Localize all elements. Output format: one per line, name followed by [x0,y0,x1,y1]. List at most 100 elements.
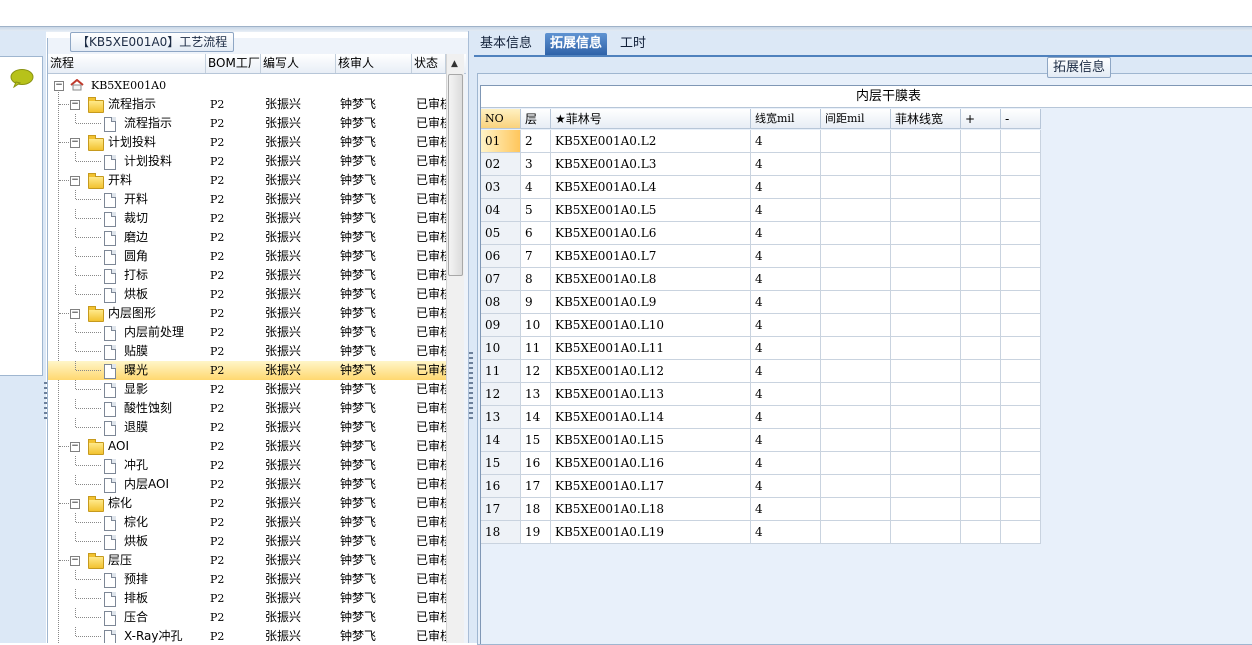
grid-cell-no[interactable]: 15 [481,452,521,475]
tree-row[interactable]: − 棕化 P2 张振兴 钟梦飞 已审核 [48,494,446,513]
grid-cell-film-width[interactable] [891,176,961,199]
grid-cell-minus[interactable] [1001,498,1041,521]
grid-cell-minus[interactable] [1001,452,1041,475]
grid-cell-minus[interactable] [1001,429,1041,452]
grid-cell-film-width[interactable] [891,498,961,521]
grid-cell-film-width[interactable] [891,222,961,245]
grid-cell-film-width[interactable] [891,245,961,268]
grid-cell-layer[interactable]: 14 [521,406,551,429]
grid-cell-spacing[interactable] [821,291,891,314]
grid-cell-line-width[interactable]: 4 [751,153,821,176]
grid-cell-minus[interactable] [1001,199,1041,222]
grid-cell-film-width[interactable] [891,337,961,360]
tree-row[interactable]: 显影 P2 张振兴 钟梦飞 已审核 [48,380,446,399]
grid-cell-spacing[interactable] [821,452,891,475]
grid-cell-no[interactable]: 08 [481,291,521,314]
grid-cell-minus[interactable] [1001,222,1041,245]
grid-cell-minus[interactable] [1001,383,1041,406]
grid-cell-minus[interactable] [1001,176,1041,199]
tree-row[interactable]: X-Ray冲孔 P2 张振兴 钟梦飞 已审核 [48,627,446,643]
grid-col-spacing[interactable]: 间距mil [821,109,891,129]
tree-row[interactable]: − 开料 P2 张振兴 钟梦飞 已审核 [48,171,446,190]
tree-row[interactable]: 酸性蚀刻 P2 张振兴 钟梦飞 已审核 [48,399,446,418]
collapse-icon[interactable]: − [70,309,80,319]
tree-row[interactable]: 烘板 P2 张振兴 钟梦飞 已审核 [48,532,446,551]
grid-col-film[interactable]: ★菲林号 [551,109,751,129]
tree-node[interactable]: 烘板 [48,285,204,304]
tree-row[interactable]: 裁切 P2 张振兴 钟梦飞 已审核 [48,209,446,228]
collapse-icon[interactable]: − [70,176,80,186]
grid-cell-film-width[interactable] [891,383,961,406]
grid-cell-no[interactable]: 01 [481,130,521,153]
tree-node[interactable]: 压合 [48,608,204,627]
grid-cell-plus[interactable] [961,314,1001,337]
grid-cell-line-width[interactable]: 4 [751,245,821,268]
grid-cell-spacing[interactable] [821,498,891,521]
grid-cell-film-width[interactable] [891,521,961,544]
grid-cell-film[interactable]: KB5XE001A0.L13 [551,383,751,406]
grid-cell-no[interactable]: 05 [481,222,521,245]
tab-basic-info[interactable]: 基本信息 [475,33,537,55]
grid-cell-line-width[interactable]: 4 [751,314,821,337]
grid-cell-spacing[interactable] [821,176,891,199]
tree-row[interactable]: 圆角 P2 张振兴 钟梦飞 已审核 [48,247,446,266]
grid-cell-line-width[interactable]: 4 [751,291,821,314]
scroll-up-arrow-icon[interactable]: ▲ [448,57,461,71]
grid-cell-film[interactable]: KB5XE001A0.L6 [551,222,751,245]
tree-node[interactable]: 贴膜 [48,342,204,361]
tree-row[interactable]: 贴膜 P2 张振兴 钟梦飞 已审核 [48,342,446,361]
grid-cell-layer[interactable]: 11 [521,337,551,360]
grid-cell-minus[interactable] [1001,153,1041,176]
tree-row[interactable]: 内层AOI P2 张振兴 钟梦飞 已审核 [48,475,446,494]
tree-row[interactable]: − 计划投料 P2 张振兴 钟梦飞 已审核 [48,133,446,152]
grid-cell-no[interactable]: 04 [481,199,521,222]
grid-cell-film-width[interactable] [891,291,961,314]
grid-cell-no[interactable]: 10 [481,337,521,360]
tree-col-reviewer[interactable]: 核审人 [336,54,412,73]
tree-row[interactable]: − 层压 P2 张振兴 钟梦飞 已审核 [48,551,446,570]
tree-row[interactable]: 磨边 P2 张振兴 钟梦飞 已审核 [48,228,446,247]
tree-node[interactable]: 磨边 [48,228,204,247]
tree-node[interactable]: 酸性蚀刻 [48,399,204,418]
tree-node[interactable]: − 计划投料 [48,133,204,152]
collapse-icon[interactable]: − [54,81,64,91]
grid-cell-film-width[interactable] [891,314,961,337]
grid-cell-plus[interactable] [961,429,1001,452]
tree-row[interactable]: 压合 P2 张振兴 钟梦飞 已审核 [48,608,446,627]
grid-cell-plus[interactable] [961,498,1001,521]
grid-cell-film-width[interactable] [891,429,961,452]
tree-node[interactable]: 裁切 [48,209,204,228]
grid-cell-no[interactable]: 03 [481,176,521,199]
grid-cell-layer[interactable]: 3 [521,153,551,176]
tree-row[interactable]: − 内层图形 P2 张振兴 钟梦飞 已审核 [48,304,446,323]
grid-cell-plus[interactable] [961,360,1001,383]
grid-cell-line-width[interactable]: 4 [751,475,821,498]
tree-row[interactable]: 计划投料 P2 张振兴 钟梦飞 已审核 [48,152,446,171]
grid-cell-film[interactable]: KB5XE001A0.L5 [551,199,751,222]
tree-node[interactable]: 烘板 [48,532,204,551]
tree-node[interactable]: 开料 [48,190,204,209]
grid-cell-minus[interactable] [1001,521,1041,544]
grid-cell-line-width[interactable]: 4 [751,498,821,521]
grid-cell-spacing[interactable] [821,222,891,245]
tree-col-bom[interactable]: BOM工厂 [206,54,261,73]
middle-splitter[interactable] [468,31,475,643]
grid-cell-minus[interactable] [1001,337,1041,360]
grid-cell-spacing[interactable] [821,383,891,406]
grid-cell-line-width[interactable]: 4 [751,360,821,383]
grid-cell-film-width[interactable] [891,268,961,291]
grid-cell-film[interactable]: KB5XE001A0.L11 [551,337,751,360]
grid-cell-film[interactable]: KB5XE001A0.L15 [551,429,751,452]
grid-cell-minus[interactable] [1001,245,1041,268]
grid-cell-film[interactable]: KB5XE001A0.L12 [551,360,751,383]
grid-cell-minus[interactable] [1001,406,1041,429]
grid-cell-spacing[interactable] [821,130,891,153]
tree-node[interactable]: 冲孔 [48,456,204,475]
tree-node[interactable]: − AOI [48,437,204,456]
grid-cell-layer[interactable]: 16 [521,452,551,475]
grid-cell-plus[interactable] [961,222,1001,245]
grid-cell-layer[interactable]: 5 [521,199,551,222]
grid-col-minus[interactable]: - [1001,109,1041,129]
grid-cell-minus[interactable] [1001,291,1041,314]
tree-node[interactable]: 圆角 [48,247,204,266]
